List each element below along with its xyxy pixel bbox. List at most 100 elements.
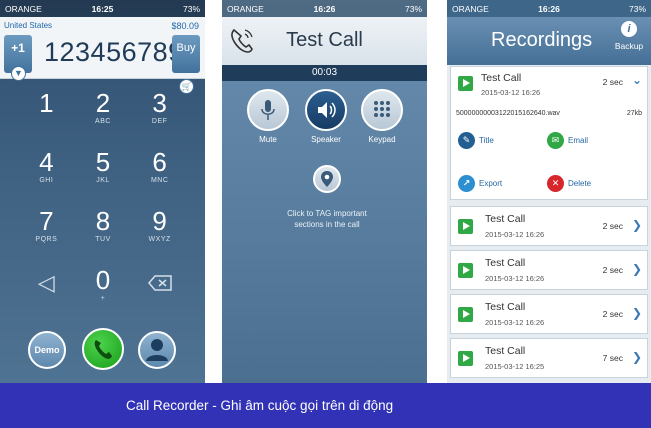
dialer-actions: Demo [0, 328, 205, 378]
recording-date: 2015-03-12 16:26 [481, 88, 541, 97]
export-action[interactable]: Export [479, 179, 502, 188]
edit-icon[interactable]: ✎ [458, 132, 475, 149]
recording-name: Test Call [481, 72, 522, 84]
list-item[interactable]: Test Call 2015-03-12 16:26 2 sec ❯ [450, 206, 648, 246]
list-item[interactable]: Test Call 2015-03-12 16:26 2 sec ❯ [450, 294, 648, 334]
key-digit: 7 [39, 206, 54, 236]
key-0[interactable]: 0 + [75, 265, 132, 316]
recording-duration: 2 sec [602, 265, 623, 275]
carrier-label: ORANGE [5, 3, 42, 14]
key-letters: DEF [151, 118, 168, 125]
recording-date: 2015-03-12 16:26 [485, 274, 545, 283]
play-icon[interactable] [458, 351, 473, 366]
recording-date: 2015-03-12 16:26 [485, 230, 545, 239]
contact-button[interactable] [138, 331, 176, 369]
email-icon[interactable]: ✉ [547, 132, 564, 149]
recording-duration: 2 sec [602, 309, 623, 319]
play-icon[interactable] [458, 219, 473, 234]
info-icon: i [621, 21, 637, 37]
chevron-down-icon[interactable]: ▼ [11, 66, 26, 81]
key-letters: + [100, 295, 106, 302]
recording-date: 2015-03-12 16:25 [485, 362, 545, 371]
title-action[interactable]: Title [479, 136, 494, 145]
recording-item-expanded[interactable]: Test Call 2015-03-12 16:26 2 sec ⌄ 50000… [450, 66, 648, 200]
key-digit: 6 [152, 147, 167, 177]
mute-label: Mute [259, 135, 277, 144]
list-item[interactable]: Test Call 2015-03-12 16:25 7 sec ❯ [450, 338, 648, 378]
play-icon[interactable] [458, 76, 473, 91]
delete-action[interactable]: Delete [568, 179, 591, 188]
key-7[interactable]: 7 PQRS [18, 206, 75, 257]
recording-date: 2015-03-12 16:26 [485, 318, 545, 327]
email-action[interactable]: Email [568, 136, 588, 145]
call-header: Test Call [222, 17, 427, 65]
key-letters: TUV [95, 236, 111, 243]
carrier-label: ORANGE [452, 3, 489, 14]
key-digit: 3 [152, 88, 167, 118]
key-4[interactable]: 4 GHI [18, 147, 75, 198]
delete-icon[interactable]: ✕ [547, 175, 564, 192]
battery-label: 73% [629, 3, 647, 14]
file-size: 27kb [626, 110, 642, 117]
chevron-right-icon[interactable]: ❯ [632, 218, 642, 232]
recording-name: Test Call [485, 213, 526, 225]
dial-display: United States $80.09 +1 ▼ 123456789 Buy … [0, 17, 205, 94]
key-1[interactable]: 1 [18, 88, 75, 139]
dialer-screen: ORANGE 16:25 73% United States $80.09 +1… [0, 0, 205, 383]
call-button[interactable] [82, 328, 124, 370]
phone-icon [94, 340, 112, 359]
key-3[interactable]: 3 DEF [131, 88, 188, 139]
key-letters: PQRS [35, 236, 58, 243]
recordings-screen: ORANGE 16:26 73% Recordings i Backup Tes… [447, 0, 651, 383]
list-item[interactable]: Test Call 2015-03-12 16:26 2 sec ❯ [450, 250, 648, 290]
status-bar: ORANGE 16:26 73% [447, 0, 651, 17]
export-icon[interactable]: ↗ [458, 175, 475, 192]
keypad-label: Keypad [368, 135, 396, 144]
clock: 16:25 [91, 3, 114, 14]
key-6[interactable]: 6 MNC [131, 147, 188, 198]
key-digit: 5 [95, 147, 111, 177]
credit-balance: $80.09 [171, 21, 199, 31]
chevron-down-icon[interactable]: ⌄ [632, 73, 642, 87]
country-label: United States [4, 21, 53, 30]
key-5[interactable]: 5 JKL [75, 147, 132, 198]
carrier-label: ORANGE [227, 3, 264, 14]
recording-name: Test Call [485, 345, 526, 357]
caption-banner: Call Recorder - Ghi âm cuộc gọi trên di … [0, 383, 651, 428]
key-letters: MNC [150, 177, 169, 184]
chevron-right-icon[interactable]: ❯ [632, 350, 642, 364]
clock: 16:26 [538, 3, 560, 14]
chevron-right-icon[interactable]: ❯ [632, 306, 642, 320]
key-letters: WXYZ [148, 236, 171, 243]
play-icon[interactable] [458, 263, 473, 278]
recording-name: Test Call [485, 257, 526, 269]
microphone-icon [261, 100, 275, 120]
play-icon[interactable] [458, 307, 473, 322]
key-8[interactable]: 8 TUV [75, 206, 132, 257]
key-digit: 1 [39, 88, 54, 118]
keypad-icon [374, 101, 390, 117]
tag-button[interactable] [313, 165, 341, 193]
mute-button[interactable]: Mute [246, 89, 290, 144]
left-arrow-icon[interactable]: ◁ [18, 265, 75, 316]
buy-button[interactable]: Buy [172, 35, 200, 73]
backup-button[interactable]: i Backup [612, 21, 646, 51]
test-call-screen: ORANGE 16:26 73% Test Call 00:03 Mute Sp… [222, 0, 427, 383]
recording-duration: 7 sec [602, 353, 623, 363]
status-bar: ORANGE 16:26 73% [222, 0, 427, 17]
keypad-button[interactable]: Keypad [360, 89, 404, 144]
recordings-header: Recordings i Backup [447, 17, 651, 65]
key-letters: JKL [96, 177, 110, 184]
key-digit: 2 [95, 88, 111, 118]
speaker-button[interactable]: Speaker [304, 89, 348, 144]
key-9[interactable]: 9 WXYZ [131, 206, 188, 257]
backspace-icon[interactable] [131, 265, 188, 316]
chevron-right-icon[interactable]: ❯ [632, 262, 642, 276]
key-2[interactable]: 2 ABC [75, 88, 132, 139]
key-letters: ABC [95, 118, 111, 125]
recording-duration: 2 sec [602, 77, 623, 87]
status-bar: ORANGE 16:25 73% [0, 0, 205, 17]
battery-label: 73% [182, 3, 200, 14]
clock: 16:26 [313, 3, 336, 14]
demo-button[interactable]: Demo [28, 331, 66, 369]
